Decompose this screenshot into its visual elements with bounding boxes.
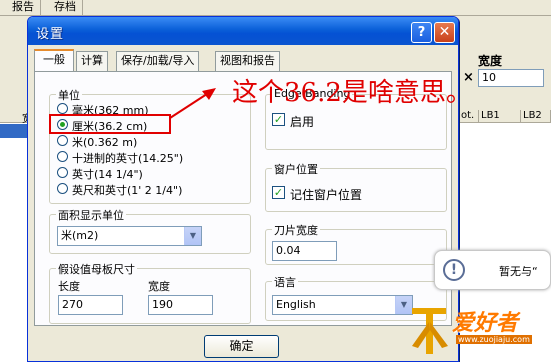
unit-label-feet-inch[interactable]: 英尺和英寸(1' 2 1/4") (72, 182, 182, 198)
ok-button[interactable]: 确定 (204, 335, 279, 358)
language-label: 语言 (272, 274, 298, 290)
unit-radio-mm[interactable] (57, 103, 68, 114)
length-input[interactable]: 270 (58, 295, 123, 315)
tab-general[interactable]: 一般 (34, 49, 74, 71)
tab-view-report[interactable]: 视图和报告 (215, 51, 280, 71)
unit-group-label: 单位 (56, 87, 82, 103)
unit-radio-inch[interactable] (57, 167, 68, 178)
edge-banding-checkbox-label[interactable]: 启用 (290, 113, 314, 130)
notification-toast[interactable]: ! 暂无与“ (434, 250, 551, 290)
blade-width-label: 刀片宽度 (272, 222, 320, 238)
window-position-group: 窗户位置 ✓ 记住窗户位置 (265, 161, 447, 212)
area-unit-label: 面积显示单位 (56, 207, 126, 223)
unit-radio-feet-inch[interactable] (57, 183, 68, 194)
help-button[interactable]: ? (411, 22, 432, 43)
watermark-logo-icon (412, 308, 448, 354)
language-value: English (276, 298, 316, 311)
app-tab-strip: 报告 存档 (0, 0, 551, 16)
close-button[interactable]: ✕ (434, 22, 455, 43)
area-unit-value: 米(m2) (61, 229, 99, 242)
tab-archive[interactable]: 存档 (48, 0, 83, 15)
grid-header-lb1[interactable]: LB1 (479, 110, 521, 123)
unit-label-decimal-inch[interactable]: 十进制的英寸(14.25") (72, 150, 183, 166)
annotation-arrow-icon (169, 88, 216, 119)
watermark-text: 爱好者 (452, 311, 519, 336)
blade-width-input[interactable]: 0.04 (272, 241, 337, 261)
default-board-group: 假设值母板尺寸 长度 宽度 270 190 (49, 261, 251, 324)
width-label: 宽度 (478, 54, 503, 68)
chevron-down-icon[interactable]: ▼ (184, 227, 201, 245)
area-unit-group: 面积显示单位 米(m2) ▼ (49, 207, 251, 254)
grid-header-lb2[interactable]: LB2 (521, 110, 551, 123)
window-position-label: 窗户位置 (272, 161, 320, 177)
remember-window-checkbox[interactable]: ✓ (272, 186, 285, 199)
tab-save-load-import[interactable]: 保存/加载/导入 (116, 51, 200, 71)
selected-row-marker (0, 124, 30, 138)
tab-calculation[interactable]: 计算 (76, 51, 108, 71)
info-icon: ! (443, 259, 465, 281)
unit-label-inch[interactable]: 英寸(14 1/4") (72, 166, 143, 182)
board-width-label: 宽度 (148, 280, 170, 293)
board-width-input[interactable]: 190 (148, 295, 213, 315)
notification-text: 暂无与“ (499, 265, 538, 278)
width-input[interactable]: 10 (478, 69, 544, 87)
blade-width-group: 刀片宽度 0.04 (265, 222, 447, 265)
remember-window-label[interactable]: 记住窗户位置 (290, 186, 362, 203)
watermark-url: www.zuojiaju.com (456, 335, 532, 344)
tab-report[interactable]: 报告 (6, 0, 41, 15)
general-panel: 单位 毫米(362 mm) 厘米(36.2 cm) 米(0.362 m) 十进制… (34, 71, 452, 326)
annotation-text: 这个36.2是啥意思。 (232, 78, 472, 108)
edge-banding-checkbox[interactable]: ✓ (272, 113, 285, 126)
unit-label-m[interactable]: 米(0.362 m) (72, 134, 137, 150)
area-unit-select[interactable]: 米(m2) ▼ (57, 226, 202, 246)
settings-dialog: 设置 ? ✕ 一般 计算 保存/加载/导入 视图和报告 单位 毫米(362 mm… (27, 16, 459, 362)
grid-header-ot[interactable]: ot. (459, 110, 479, 123)
default-board-label: 假设值母板尺寸 (56, 261, 137, 277)
dialog-title: 设置 (36, 27, 65, 42)
language-select[interactable]: English ▼ (272, 295, 413, 315)
unit-radio-m[interactable] (57, 135, 68, 146)
length-label: 长度 (58, 280, 80, 293)
highlight-box (49, 114, 171, 134)
unit-radio-decimal-inch[interactable] (57, 151, 68, 162)
dialog-titlebar[interactable]: 设置 ? ✕ (28, 17, 458, 45)
